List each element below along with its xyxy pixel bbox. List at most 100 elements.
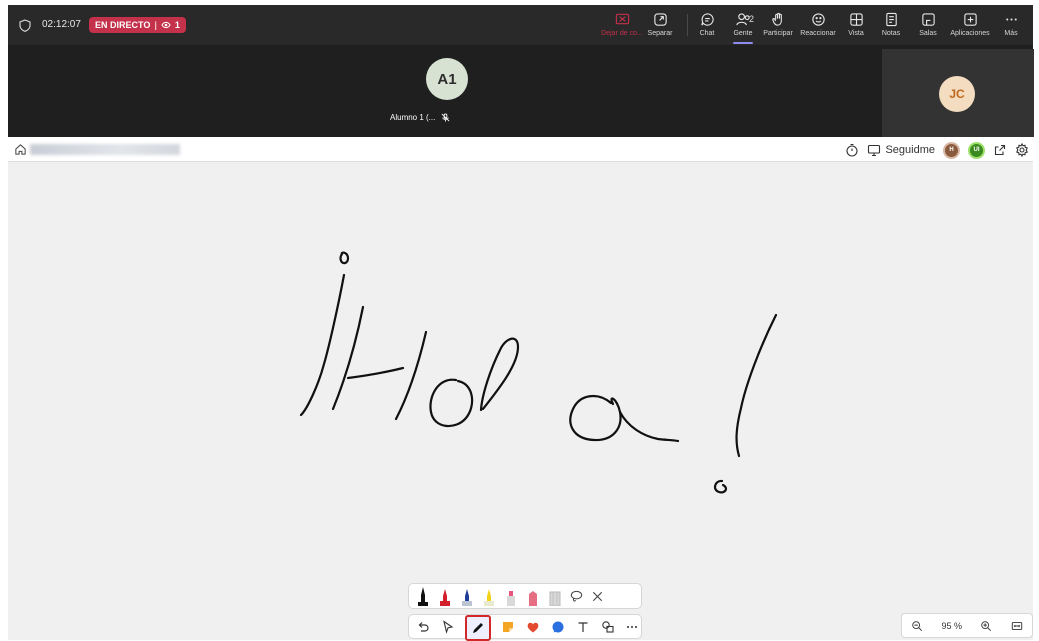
comment-bubble-icon (552, 621, 564, 632)
present-icon (868, 144, 881, 157)
highlighter-red[interactable] (525, 586, 541, 606)
heart-icon (527, 622, 539, 632)
pen-blue[interactable] (459, 586, 475, 606)
comment-tool[interactable] (549, 618, 566, 636)
follow-me-label: Seguidme (885, 144, 935, 156)
ink-stroke (299, 273, 346, 417)
participant-name: Alumno 1 (... (390, 113, 450, 122)
text-icon (578, 621, 588, 632)
settings-icon[interactable] (1015, 143, 1029, 157)
participants-stage: A1 Alumno 1 (... JC (8, 45, 1034, 137)
ink-stroke (569, 395, 622, 442)
participant-tile-main[interactable]: A1 Alumno 1 (... (28, 49, 878, 137)
ink-stroke (331, 305, 365, 411)
screenshot-frame: 02:12:07 EN DIRECTO | 1 Dejar de co... S… (0, 0, 1039, 641)
marker-pink[interactable] (503, 586, 519, 606)
undo-button[interactable] (415, 618, 432, 636)
more-icon (627, 625, 638, 628)
chat-icon (700, 13, 714, 26)
hand-icon (771, 12, 782, 26)
chat-label: Chat (699, 30, 715, 37)
close-icon[interactable] (590, 589, 605, 604)
stop-sharing-label: Dejar de co... (601, 30, 643, 37)
avatar: JC (939, 76, 975, 112)
ink-stroke (713, 479, 728, 494)
undo-icon (419, 621, 429, 632)
grid-view-icon (849, 13, 863, 26)
pen-yellow[interactable] (481, 586, 497, 606)
follow-me-button[interactable]: Seguidme (867, 143, 935, 157)
shapes-tool[interactable] (599, 618, 616, 636)
drawing-canvas[interactable] (8, 162, 1033, 640)
rooms-icon (921, 13, 935, 26)
select-tool[interactable] (440, 618, 457, 636)
ink-stroke (394, 330, 428, 421)
separate-label: Separar (647, 30, 673, 37)
sticky-note-tool[interactable] (499, 618, 516, 636)
notes-label: Notas (881, 30, 901, 37)
whiteboard-toolbar (408, 614, 642, 641)
react-label: Reaccionar (800, 30, 836, 37)
whiteboard-actions: Seguidme H UI (845, 141, 1029, 159)
blurred-board-title (30, 144, 180, 155)
people-count: 2 (749, 14, 755, 24)
mic-off-icon (441, 113, 450, 122)
timer-icon[interactable] (845, 143, 859, 157)
avatar[interactable]: H (943, 141, 960, 159)
whiteboard-header: Seguidme H UI (8, 137, 1033, 162)
ink-stroke (479, 337, 520, 412)
ink-stroke (735, 313, 778, 458)
meeting-timer: 02:12:07 (42, 19, 81, 30)
live-badge[interactable]: EN DIRECTO | 1 (89, 17, 186, 33)
ink-stroke (429, 378, 474, 427)
shapes-icon (601, 620, 614, 633)
share-icon[interactable] (993, 143, 1007, 157)
apps-label: Aplicaciones (950, 30, 990, 37)
pen-tool[interactable] (464, 614, 492, 641)
home-icon[interactable] (14, 143, 27, 156)
pen-black[interactable] (415, 586, 431, 606)
ink-stroke (339, 251, 350, 265)
pen-red[interactable] (437, 586, 453, 606)
more-button[interactable]: Más (994, 9, 1028, 43)
rooms-button[interactable]: Salas (906, 9, 950, 43)
separate-button[interactable]: Separar (638, 9, 682, 43)
zoom-in-icon[interactable] (980, 620, 992, 632)
cursor-icon (443, 619, 454, 634)
raise-hand-label: Participar (763, 30, 793, 37)
sticky-note-icon (502, 621, 513, 632)
more-icon (1005, 18, 1017, 21)
ink-stroke (618, 410, 680, 443)
notes-icon (885, 12, 897, 27)
add-app-icon (963, 13, 977, 26)
zoom-controls: 95 % (901, 613, 1033, 638)
raise-hand-button[interactable]: Participar (756, 9, 800, 43)
text-tool[interactable] (574, 618, 591, 636)
participant-name-text: Alumno 1 (... (390, 113, 436, 122)
rooms-label: Salas (919, 30, 937, 37)
stop-share-icon (615, 13, 629, 25)
ink-stroke (346, 366, 405, 380)
people-label: Gente (733, 30, 753, 37)
live-viewers: 1 (174, 20, 180, 30)
shield-icon (19, 19, 31, 32)
live-label: EN DIRECTO (95, 20, 151, 30)
pen-icon (473, 622, 484, 633)
lasso-icon[interactable] (569, 589, 584, 604)
more-tools-button[interactable] (624, 618, 641, 636)
eraser[interactable] (547, 586, 563, 606)
zoom-level: 95 % (941, 620, 963, 631)
participant-tile-self[interactable]: JC (882, 49, 1034, 137)
apps-button[interactable]: Aplicaciones (945, 9, 995, 43)
view-label: Vista (848, 30, 864, 37)
meeting-toolbar: 02:12:07 EN DIRECTO | 1 Dejar de co... S… (8, 5, 1033, 45)
smiley-icon (811, 13, 825, 26)
pen-tray (408, 583, 642, 609)
fit-to-screen-icon[interactable] (1011, 620, 1023, 632)
popout-icon (653, 13, 667, 26)
zoom-out-icon[interactable] (911, 620, 923, 632)
whiteboard: Seguidme H UI 95 % (8, 137, 1033, 641)
reactions-tool[interactable] (524, 618, 541, 636)
avatar[interactable]: UI (968, 141, 985, 159)
more-label: Más (1004, 30, 1018, 37)
